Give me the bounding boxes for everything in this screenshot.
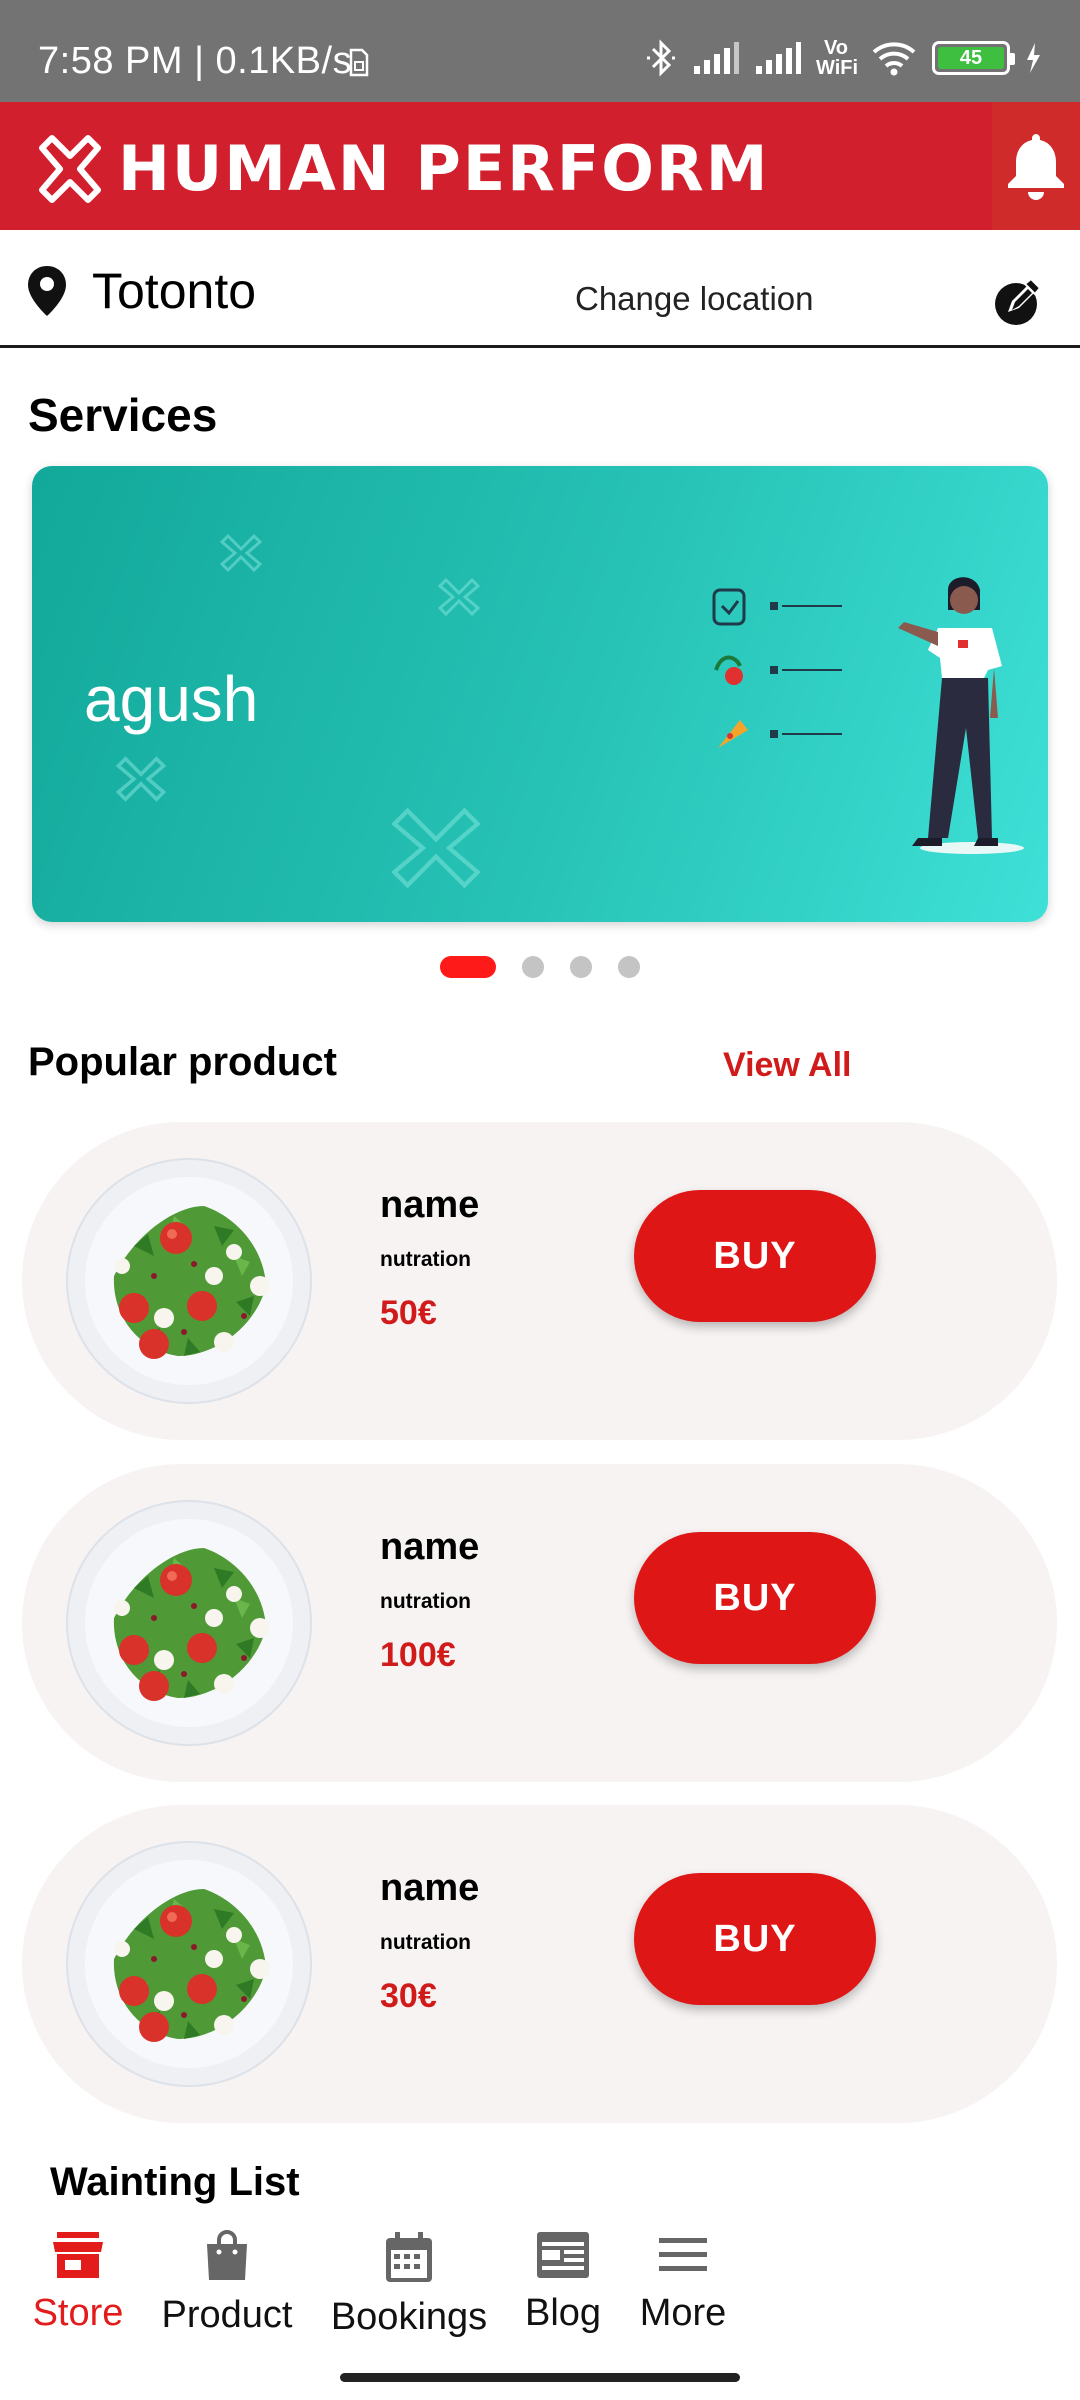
signal-icon-2 <box>756 42 801 74</box>
battery-level: 45 <box>938 47 1004 69</box>
banner-illustration <box>712 577 1024 854</box>
store-icon <box>53 2232 103 2278</box>
buy-button[interactable]: BUY <box>634 1532 876 1664</box>
location-bar: Totonto Change location <box>0 230 1080 348</box>
nav-label-blog: Blog <box>524 2292 602 2334</box>
popular-product-title: Popular product <box>28 1040 337 1084</box>
logo-cross-icon <box>39 134 101 203</box>
nav-item-blog[interactable]: Blog <box>512 2230 614 2335</box>
buy-button[interactable]: BUY <box>634 1873 876 2005</box>
change-location-link[interactable]: Change location <box>575 280 814 318</box>
banner-title: agush <box>84 663 259 735</box>
salad-plate-image <box>66 1841 312 2087</box>
bluetooth-icon <box>647 39 675 77</box>
nav-item-store[interactable]: Store <box>22 2230 134 2335</box>
pagination-dot[interactable] <box>522 956 544 978</box>
product-price: 30€ <box>380 1977 437 2015</box>
nav-item-bookings[interactable]: Bookings <box>326 2230 492 2339</box>
calendar-icon <box>386 2232 432 2282</box>
banner-cross-decoration <box>438 577 480 617</box>
services-title: Services <box>28 389 218 441</box>
product-name: name <box>380 1526 480 1568</box>
signal-icon <box>694 42 739 74</box>
vowifi-label: Vo WiFi <box>816 37 859 79</box>
product-subtitle: nutration <box>380 1248 471 1271</box>
charging-icon <box>1027 43 1040 73</box>
nav-label-store: Store <box>32 2292 124 2334</box>
nav-label-bookings: Bookings <box>330 2296 488 2338</box>
bell-icon <box>1008 134 1064 200</box>
pagination-dot[interactable] <box>570 956 592 978</box>
product-name: name <box>380 1184 480 1226</box>
banner-cross-decoration <box>391 807 481 889</box>
salad-plate-image <box>66 1158 312 1404</box>
current-city: Totonto <box>92 263 257 319</box>
product-subtitle: nutration <box>380 1931 471 1954</box>
brand-logo: HUMAN PERFORM <box>38 132 769 205</box>
view-all-link[interactable]: View All <box>723 1046 852 1085</box>
product-name: name <box>380 1867 480 1909</box>
product-subtitle: nutration <box>380 1590 471 1613</box>
pagination-dot-active[interactable] <box>440 956 496 978</box>
nav-item-product[interactable]: Product <box>154 2230 300 2337</box>
banner-cross-decoration <box>220 533 262 573</box>
product-card[interactable]: name nutration 100€ BUY <box>22 1464 1057 1782</box>
wifi-icon <box>872 42 916 76</box>
services-banner[interactable]: agush <box>32 466 1048 922</box>
status-bar: 7:58 PM | 0.1KB/s Vo WiFi 45 <box>0 0 1080 102</box>
product-card[interactable]: name nutration 30€ BUY <box>22 1805 1057 2123</box>
sim-icon <box>349 48 369 77</box>
buy-button[interactable]: BUY <box>634 1190 876 1322</box>
product-card[interactable]: name nutration 50€ BUY <box>22 1122 1057 1440</box>
menu-icon <box>659 2238 707 2271</box>
nav-item-more[interactable]: More <box>630 2230 736 2335</box>
battery-indicator: 45 <box>932 41 1015 75</box>
banner-pagination <box>0 956 1080 978</box>
waiting-list-title: Wainting List <box>50 2160 300 2204</box>
status-time: 7:58 PM | 0.1KB/s <box>38 40 353 82</box>
edit-location-icon[interactable] <box>992 276 1044 328</box>
notifications-button[interactable] <box>992 102 1080 230</box>
salad-plate-image <box>66 1500 312 1746</box>
nav-label-more: More <box>639 2292 727 2334</box>
shopping-bag-icon <box>207 2230 247 2280</box>
banner-cross-decoration <box>116 756 166 802</box>
home-indicator[interactable] <box>340 2373 740 2382</box>
pagination-dot[interactable] <box>618 956 640 978</box>
product-price: 100€ <box>380 1636 456 1674</box>
nav-label-product: Product <box>161 2294 293 2336</box>
brand-name: HUMAN PERFORM <box>118 132 770 205</box>
newspaper-icon <box>537 2232 589 2278</box>
location-pin-icon <box>28 266 66 316</box>
app-header: HUMAN PERFORM <box>0 102 1080 230</box>
product-price: 50€ <box>380 1294 437 1332</box>
